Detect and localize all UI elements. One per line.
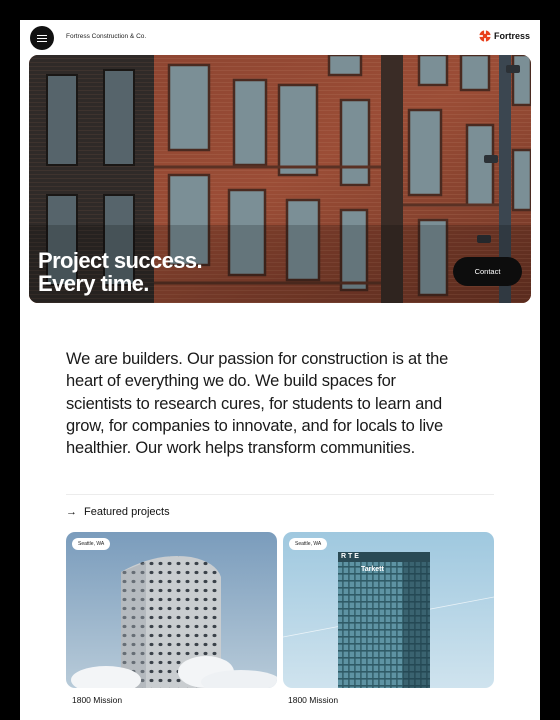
project-title[interactable]: 1800 Mission	[72, 695, 122, 705]
divider	[66, 494, 494, 495]
project-title[interactable]: 1800 Mission	[288, 695, 338, 705]
svg-text:R T E: R T E	[341, 553, 359, 560]
featured-projects-link[interactable]: → Featured projects	[66, 506, 170, 518]
intro-paragraph: We are builders. Our passion for constru…	[66, 350, 449, 458]
company-name: Fortress Construction & Co.	[66, 33, 147, 40]
hero-title-line2: Every time.	[38, 271, 149, 296]
featured-projects-label: Featured projects	[84, 506, 170, 518]
project-image-tower	[66, 532, 277, 688]
hero-title: Project success. Every time.	[38, 248, 203, 296]
project-card[interactable]: Seattle, WA	[66, 532, 277, 688]
hero-title-line1: Project success.	[38, 248, 203, 273]
logo[interactable]: Fortress	[478, 30, 530, 42]
contact-button[interactable]: Contact	[453, 257, 522, 286]
project-card[interactable]: R T E Tarkett Seattle, WA	[283, 532, 494, 688]
project-image-office: R T E Tarkett	[283, 532, 494, 688]
fortress-logo-icon	[478, 30, 491, 42]
location-badge: Seattle, WA	[289, 538, 328, 550]
arrow-right-icon: →	[66, 506, 77, 518]
hero-banner: Project success. Every time. Contact	[29, 55, 531, 303]
page: Fortress Construction & Co. Fortress Pro…	[20, 20, 540, 720]
location-badge: Seattle, WA	[72, 538, 111, 550]
logo-text: Fortress	[493, 31, 530, 41]
svg-text:Tarkett: Tarkett	[361, 566, 384, 573]
hamburger-menu-icon[interactable]	[30, 26, 54, 50]
